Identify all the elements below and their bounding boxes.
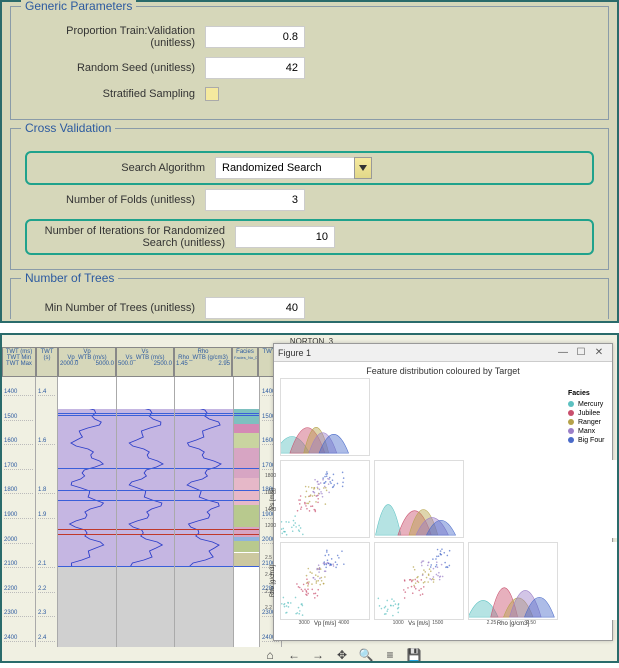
fieldset-legend: Cross Validation: [21, 121, 115, 135]
legend: FaciesMercuryJubileeRangerManxBig Four: [562, 378, 619, 456]
random-seed-label: Random Seed (unitless): [25, 62, 205, 74]
maximize-icon[interactable]: ☐: [572, 347, 590, 358]
search-algo-value[interactable]: [215, 157, 355, 179]
scatter-rho-vp[interactable]: Rho [g/cm3] Vp [m/s] 300040002.22.32.42.…: [280, 542, 370, 620]
prop-train-label: Proportion Train:Validation (unitless): [25, 25, 205, 49]
figure-toolbar: ⌂ ← → ✥ 🔍 ≡ 💾: [262, 645, 422, 663]
kde-vp[interactable]: [280, 378, 370, 456]
log-track-rho[interactable]: [175, 377, 234, 647]
search-algo-select[interactable]: [215, 157, 372, 179]
fieldset-legend: Number of Trees: [21, 271, 118, 285]
search-algo-label: Search Algorithm: [35, 162, 215, 174]
num-iter-label: Number of Iterations for Randomized Sear…: [35, 225, 235, 249]
generic-parameters-fieldset: Generic Parameters Proportion Train:Vali…: [10, 6, 609, 120]
depth-track-s: 1.41.61.81.92.12.22.32.4: [36, 377, 58, 647]
close-icon[interactable]: ✕: [590, 347, 608, 358]
num-iter-input[interactable]: [235, 226, 335, 248]
min-trees-input[interactable]: [205, 297, 305, 319]
forward-icon[interactable]: →: [310, 647, 326, 663]
zoom-icon[interactable]: 🔍: [358, 647, 374, 663]
stratified-label: Stratified Sampling: [25, 88, 205, 100]
pan-icon[interactable]: ✥: [334, 647, 350, 663]
cross-validation-fieldset: Cross Validation Search Algorithm Number…: [10, 128, 609, 270]
kde-vs[interactable]: [374, 460, 464, 538]
figure-window-caption: Figure 1: [278, 348, 311, 358]
scatter-rho-vs[interactable]: Vs [m/s] 10001500: [374, 542, 464, 620]
stratified-checkbox[interactable]: [205, 87, 219, 101]
num-folds-input[interactable]: [205, 189, 305, 211]
facies-track[interactable]: [234, 377, 260, 647]
log-track-vs[interactable]: [117, 377, 176, 647]
figure-title: Feature distribution coloured by Target: [280, 366, 606, 376]
parameter-form-panel: Generic Parameters Proportion Train:Vali…: [0, 0, 619, 323]
kde-rho[interactable]: Rho [g/cm3] 2.252.50: [468, 542, 558, 620]
min-trees-label: Min Number of Trees (unitless): [25, 302, 205, 314]
random-seed-input[interactable]: [205, 57, 305, 79]
dropdown-button[interactable]: [354, 157, 372, 179]
search-algo-highlight: Search Algorithm: [25, 151, 594, 185]
prop-train-input[interactable]: [205, 26, 305, 48]
fieldset-legend: Generic Parameters: [21, 0, 136, 13]
minimize-icon[interactable]: —: [554, 347, 572, 358]
chevron-down-icon: [359, 165, 367, 171]
num-folds-label: Number of Folds (unitless): [25, 194, 205, 206]
number-of-trees-fieldset: Number of Trees Min Number of Trees (uni…: [10, 278, 609, 319]
figure-window[interactable]: Figure 1 — ☐ ✕ Feature distribution colo…: [273, 343, 613, 641]
num-iter-highlight: Number of Iterations for Randomized Sear…: [25, 219, 594, 255]
depth-track-ms: 1400150016001700180019002000210022002300…: [2, 377, 36, 647]
log-track-vp[interactable]: MercuryRangerBig FourWorking ZOI_CopyMan…: [58, 377, 117, 647]
configure-icon[interactable]: ≡: [382, 647, 398, 663]
figure-title-bar[interactable]: Figure 1 — ☐ ✕: [274, 344, 612, 362]
pairplot-grid: FaciesMercuryJubileeRangerManxBig Four V…: [280, 378, 606, 620]
back-icon[interactable]: ←: [286, 647, 302, 663]
home-icon[interactable]: ⌂: [262, 647, 278, 663]
save-icon[interactable]: 💾: [406, 647, 422, 663]
scatter-vs-vp[interactable]: Vs [m/s] 1200140016001800: [280, 460, 370, 538]
well-log-panel: NORTON_3 TWT (ms)TWT MinTWT Max TWT (s) …: [0, 333, 619, 663]
